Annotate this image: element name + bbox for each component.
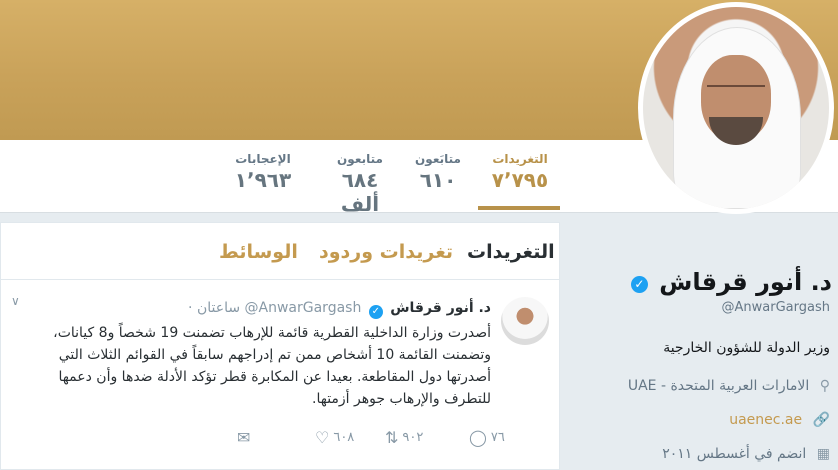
reply-count: ٧٦	[490, 430, 505, 445]
chevron-down-icon[interactable]: ∨	[11, 294, 20, 308]
tab-tweets[interactable]: التغريدات	[467, 241, 555, 263]
tweet-handle[interactable]: @AnwarGargash	[245, 300, 362, 316]
profile-joined-text: انضم في أغسطس ٢٠١١	[662, 446, 807, 462]
profile-handle[interactable]: @AnwarGargash	[722, 300, 830, 315]
stat-following[interactable]: متابَعون ٦١٠	[410, 152, 466, 192]
timeline-panel: الوسائط تغريدات وردود التغريدات ∨ · ساعت…	[0, 222, 560, 470]
tweet-text: أصدرت وزارة الداخلية القطرية قائمة للإره…	[53, 325, 491, 407]
profile-location: UAE - الامارات العربية المتحدة ⚲	[628, 378, 830, 394]
tweet-actions: ✉ ♡ ٦٠٨ ⇅ ٩٠٢ ◯ ٧٦	[237, 428, 557, 452]
tab-tweets-replies[interactable]: تغريدات وردود	[319, 241, 453, 263]
profile-avatar[interactable]	[638, 2, 834, 214]
active-stat-underline	[478, 206, 560, 210]
profile-bio: وزير الدولة للشؤون الخارجية	[663, 340, 830, 356]
profile-website[interactable]: uaenec.ae 🔗	[729, 412, 830, 428]
speech-bubble-icon: ◯	[469, 428, 487, 447]
tweet[interactable]: ∨ · ساعتان @AnwarGargash ✓ د. أنور قرقاش…	[1, 280, 559, 469]
stat-followers-value: ٦٨٤ ألف	[340, 168, 380, 216]
profile-joined: انضم في أغسطس ٢٠١١ ▦	[662, 446, 830, 462]
dm-button[interactable]: ✉	[237, 428, 254, 447]
profile-card: ✓ د. أنور قرقاش @AnwarGargash وزير الدول…	[562, 222, 838, 468]
timeline-tabs: الوسائط تغريدات وردود التغريدات	[1, 223, 559, 280]
avatar-glasses	[707, 85, 765, 97]
tab-media[interactable]: الوسائط	[219, 241, 298, 263]
stat-followers-label: متابعون	[337, 152, 383, 166]
profile-name-text: د. أنور قرقاش	[659, 268, 832, 296]
stat-likes[interactable]: الإعجابات ١٬٩٦٣	[232, 152, 294, 192]
retweet-count: ٩٠٢	[402, 430, 424, 445]
heart-icon: ♡	[315, 428, 330, 447]
stat-likes-value: ١٬٩٦٣	[234, 168, 292, 192]
stat-followers[interactable]: متابعون ٦٨٤ ألف	[322, 152, 398, 216]
stat-tweets-value: ٧٬٧٩٥	[491, 168, 549, 192]
stat-likes-label: الإعجابات	[235, 152, 291, 166]
profile-website-link[interactable]: uaenec.ae	[729, 412, 802, 428]
tweet-avatar[interactable]	[501, 297, 549, 345]
like-count: ٦٠٨	[333, 430, 355, 445]
link-icon: 🔗	[812, 412, 830, 428]
envelope-icon: ✉	[237, 428, 251, 447]
like-button[interactable]: ♡ ٦٠٨	[315, 428, 354, 447]
tweet-author-name[interactable]: د. أنور قرقاش	[390, 300, 491, 316]
tweet-header: · ساعتان @AnwarGargash ✓ د. أنور قرقاش	[188, 300, 491, 319]
retweet-button[interactable]: ⇅ ٩٠٢	[385, 428, 423, 447]
tweet-time[interactable]: · ساعتان	[188, 300, 240, 316]
stat-tweets[interactable]: التغريدات ٧٬٧٩٥	[482, 152, 558, 192]
stat-tweets-label: التغريدات	[492, 152, 548, 166]
map-pin-icon: ⚲	[819, 378, 830, 394]
profile-name: ✓ د. أنور قرقاش	[628, 268, 832, 296]
reply-button[interactable]: ◯ ٧٦	[469, 428, 505, 447]
verified-badge-icon: ✓	[630, 276, 648, 293]
verified-badge-icon: ✓	[368, 305, 383, 319]
stat-following-label: متابَعون	[415, 152, 461, 166]
retweet-arrows-icon: ⇅	[385, 428, 399, 447]
stat-following-value: ٦١٠	[419, 168, 457, 192]
calendar-icon: ▦	[816, 446, 830, 462]
profile-location-text: UAE - الامارات العربية المتحدة	[627, 378, 810, 394]
